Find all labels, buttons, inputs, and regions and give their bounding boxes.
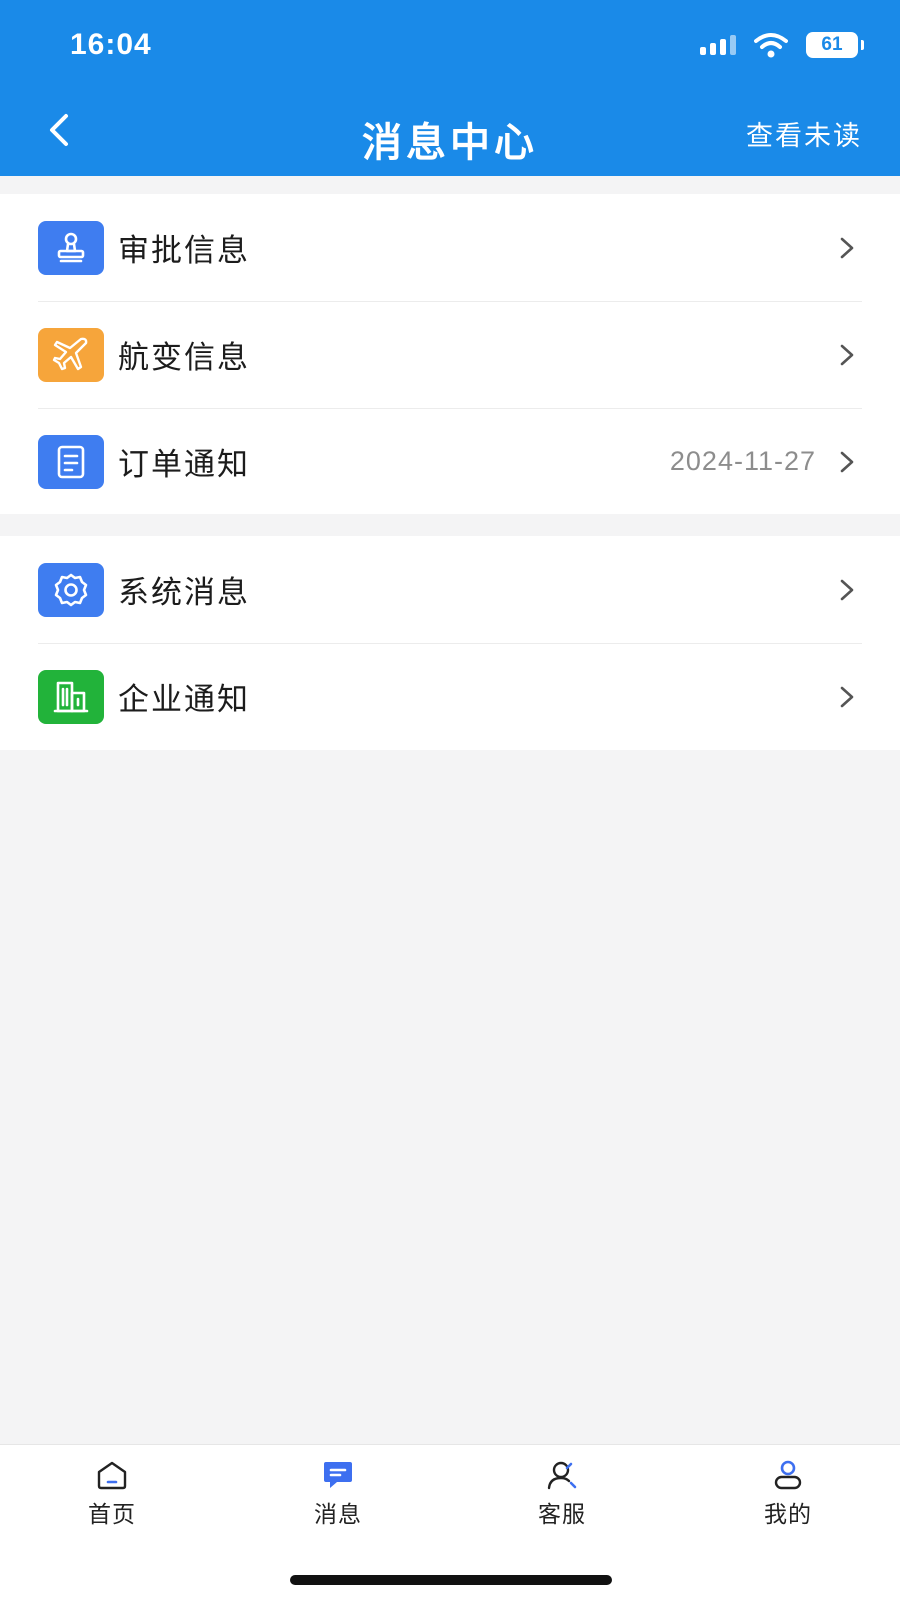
chevron-right-icon xyxy=(840,451,854,472)
top-bar: 16:04 61 消息中心 查看未读 xyxy=(0,0,900,176)
chevron-right-icon xyxy=(840,344,854,365)
chevron-right-icon xyxy=(840,579,854,600)
list-item-label: 订单通知 xyxy=(118,447,250,483)
document-icon xyxy=(38,434,104,489)
list-item-order-notice[interactable]: 订单通知 2024-11-27 xyxy=(0,408,900,515)
view-unread-button[interactable]: 查看未读 xyxy=(746,114,862,153)
chevron-right-icon xyxy=(840,686,854,707)
airplane-icon xyxy=(38,327,104,382)
tab-label: 消息 xyxy=(314,1502,362,1528)
list-item-label: 系统消息 xyxy=(118,575,250,611)
list-item-label: 企业通知 xyxy=(118,682,250,718)
tab-label: 我的 xyxy=(764,1502,812,1528)
building-icon xyxy=(38,669,104,724)
customer-service-icon xyxy=(547,1461,577,1490)
tab-customer-service[interactable]: 客服 xyxy=(502,1459,622,1529)
list-item-date: 2024-11-27 xyxy=(669,446,816,476)
chevron-right-icon xyxy=(840,237,854,258)
profile-icon xyxy=(774,1460,802,1490)
tab-messages[interactable]: 消息 xyxy=(278,1459,398,1529)
message-group-1: 审批信息 航变信息 订单通知 2024-11-27 xyxy=(0,194,900,514)
tab-label: 首页 xyxy=(88,1502,136,1528)
tab-label: 客服 xyxy=(538,1502,586,1528)
list-item-system-message[interactable]: 系统消息 xyxy=(0,536,900,643)
stamp-icon xyxy=(38,220,104,275)
list-item-company-notice[interactable]: 企业通知 xyxy=(0,643,900,750)
battery-icon: 61 xyxy=(806,32,864,58)
message-icon xyxy=(324,1462,352,1488)
message-group-2: 系统消息 企业通知 xyxy=(0,536,900,750)
list-item-label: 航变信息 xyxy=(118,340,250,376)
tab-home[interactable]: 首页 xyxy=(52,1459,172,1529)
home-indicator[interactable] xyxy=(290,1575,612,1585)
list-item-label: 审批信息 xyxy=(118,233,250,269)
status-time: 16:04 xyxy=(70,28,152,61)
status-icons: 61 xyxy=(700,32,864,58)
home-icon xyxy=(97,1461,127,1490)
list-item-approval[interactable]: 审批信息 xyxy=(0,194,900,301)
gear-icon xyxy=(38,562,104,617)
cellular-signal-icon xyxy=(700,35,736,55)
tab-profile[interactable]: 我的 xyxy=(728,1459,848,1529)
list-item-flight-change[interactable]: 航变信息 xyxy=(0,301,900,408)
wifi-icon xyxy=(754,33,788,58)
